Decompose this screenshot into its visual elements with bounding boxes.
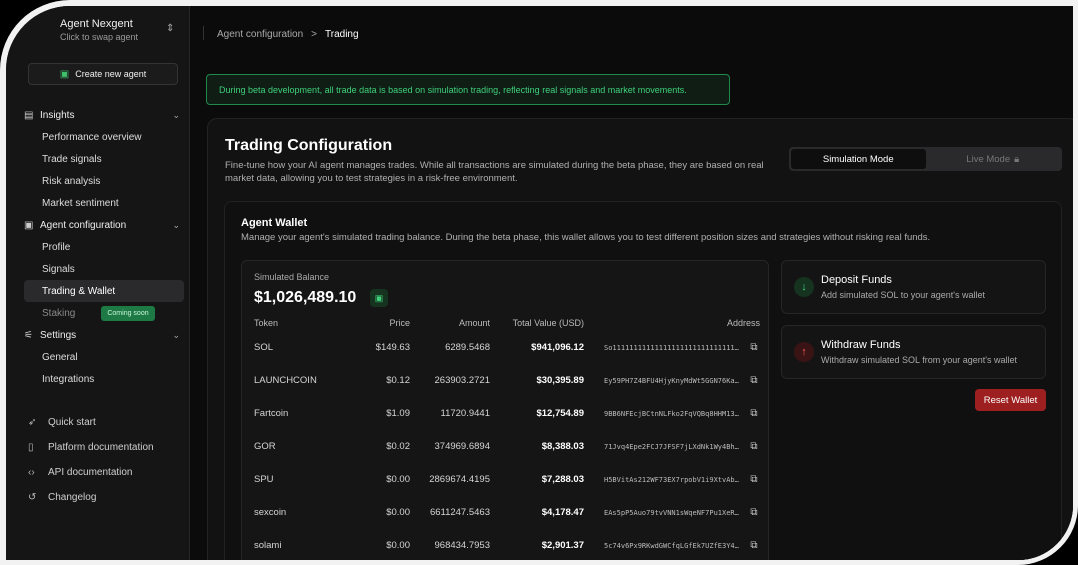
copy-icon[interactable]: ⧉	[748, 507, 760, 518]
agent-switcher[interactable]: Agent Nexgent Click to swap agent	[60, 18, 180, 42]
sidebar-item-profile[interactable]: Profile	[24, 236, 184, 258]
deposit-funds-card[interactable]: ↓ Deposit Funds Add simulated SOL to you…	[781, 260, 1046, 314]
balance-label: Simulated Balance	[254, 272, 330, 282]
agent-wallet-card: Agent Wallet Manage your agent's simulat…	[224, 201, 1062, 560]
wallet-icon: ▣	[370, 289, 388, 307]
rocket-icon: ➶	[28, 417, 37, 428]
table-header: Token Price Amount Total Value (USD) Add…	[254, 318, 760, 328]
sidebar-item-signals[interactable]: Signals	[24, 258, 184, 280]
token-address: Ey59PH7Z4BFU4HjyKnyMdWt5GGN76KazTAwQihoU…	[604, 376, 742, 385]
simulation-mode-button[interactable]: Simulation Mode	[791, 149, 926, 169]
arrow-up-icon: ↑	[794, 342, 814, 362]
nav-section-insights[interactable]: ▤ Insights ⌄	[24, 104, 184, 126]
nav-section-settings[interactable]: ⚟ Settings ⌄	[24, 324, 184, 346]
copy-icon[interactable]: ⧉	[748, 441, 760, 452]
chevron-down-icon: ⌄	[172, 329, 180, 340]
sidebar-item-integrations[interactable]: Integrations	[24, 368, 184, 390]
wallet-title: Agent Wallet	[241, 217, 308, 229]
sidebar-item-risk-analysis[interactable]: Risk analysis	[24, 170, 184, 192]
sidebar-item-general[interactable]: General	[24, 346, 184, 368]
token-address: 5c74v6Px9RKwdGWCfqLGfEk7UZfE3Y4qJbuYrLbV…	[604, 541, 742, 550]
token-address: EAs5pP5Auo79tvVNN1sWqeNF7Pu1XeRFUjbPC3Pp…	[604, 508, 742, 517]
wallet-description: Manage your agent's simulated trading ba…	[241, 232, 931, 243]
link-api-documentation[interactable]: ‹› API documentation	[28, 460, 188, 485]
chart-icon: ▤	[24, 109, 34, 121]
nav-section-agent-configuration[interactable]: ▣ Agent configuration ⌄	[24, 214, 184, 236]
copy-icon[interactable]: ⧉	[748, 342, 760, 353]
coming-soon-badge: Coming soon	[101, 305, 155, 321]
holdings-table: Token Price Amount Total Value (USD) Add…	[254, 315, 760, 560]
code-icon: ‹›	[28, 467, 35, 478]
table-row: sexcoin $0.00 6611247.5463 $4,178.47 EAs…	[254, 496, 760, 529]
bottom-links: ➶ Quick start ▯ Platform documentation ‹…	[28, 410, 188, 510]
table-row: SOL $149.63 6289.5468 $941,096.12 So1111…	[254, 331, 760, 364]
deposit-title: Deposit Funds	[821, 274, 892, 286]
copy-icon[interactable]: ⧉	[748, 375, 760, 386]
history-icon: ↺	[28, 492, 37, 503]
sidebar-item-market-sentiment[interactable]: Market sentiment	[24, 192, 184, 214]
sidebar-item-staking[interactable]: Staking Coming soon	[24, 302, 184, 324]
withdraw-subtitle: Withdraw simulated SOL from your agent's…	[821, 355, 1017, 365]
token-address: 71Jvq4Epe2FCJ7JFSF7jLXdNk1Wy4Bhqd9iL6bEF…	[604, 442, 742, 451]
arrow-down-icon: ↓	[794, 277, 814, 297]
copy-icon[interactable]: ⧉	[748, 540, 760, 551]
main-content: Agent configuration > Trading During bet…	[191, 6, 1073, 560]
config-description: Fine-tune how your AI agent manages trad…	[225, 160, 764, 184]
link-quick-start[interactable]: ➶ Quick start	[28, 410, 188, 435]
token-address: H5BVitAs212WF73EX7rpobV1i9XtvAbdSuR6EJdX…	[604, 475, 742, 484]
breadcrumb-parent[interactable]: Agent configuration	[217, 29, 303, 40]
sidebar-nav: ▤ Insights ⌄ Performance overview Trade …	[24, 104, 184, 390]
link-platform-documentation[interactable]: ▯ Platform documentation	[28, 435, 188, 460]
topbar: Agent configuration > Trading	[191, 6, 1073, 58]
trading-configuration-card: Trading Configuration Fine-tune how your…	[207, 118, 1073, 560]
sliders-icon: ⚟	[24, 329, 33, 341]
breadcrumb-current: Trading	[325, 29, 359, 40]
withdraw-title: Withdraw Funds	[821, 339, 901, 351]
chevron-down-icon: ⌄	[172, 219, 180, 230]
balance-panel: Simulated Balance $1,026,489.10 ▣ Token …	[241, 260, 769, 560]
app-window: Agent Nexgent Click to swap agent ⇕ ▣ Cr…	[0, 0, 1078, 565]
page-title: Trading Configuration	[225, 137, 393, 154]
create-agent-label: Create new agent	[75, 69, 147, 79]
sidebar: Agent Nexgent Click to swap agent ⇕ ▣ Cr…	[6, 6, 190, 560]
sidebar-item-trade-signals[interactable]: Trade signals	[24, 148, 184, 170]
chevron-down-icon: ⌄	[172, 109, 180, 120]
copy-icon[interactable]: ⧉	[748, 408, 760, 419]
deposit-subtitle: Add simulated SOL to your agent's wallet	[821, 290, 985, 300]
mode-toggle: Simulation Mode Live Mode 🔒︎	[789, 147, 1062, 171]
breadcrumb: Agent configuration > Trading	[217, 29, 359, 40]
create-agent-button[interactable]: ▣ Create new agent	[28, 63, 178, 85]
token-address: 9BB6NFEcjBCtnNLFko2FqVQBq8HHM13kCyYcdQbg…	[604, 409, 742, 418]
agent-name: Agent Nexgent	[60, 18, 133, 30]
lock-icon: 🔒︎	[1014, 153, 1020, 165]
table-row: GOR $0.02 374969.6894 $8,388.03 71Jvq4Ep…	[254, 430, 760, 463]
sidebar-item-trading-wallet[interactable]: Trading & Wallet	[24, 280, 184, 302]
chevron-up-down-icon[interactable]: ⇕	[166, 23, 174, 34]
link-changelog[interactable]: ↺ Changelog	[28, 485, 188, 510]
live-mode-button[interactable]: Live Mode 🔒︎	[926, 149, 1061, 169]
book-icon: ▯	[28, 442, 34, 453]
table-row: Fartcoin $1.09 11720.9441 $12,754.89 9BB…	[254, 397, 760, 430]
robot-icon: ▣	[24, 219, 34, 231]
copy-icon[interactable]: ⧉	[748, 474, 760, 485]
token-address: So11111111111111111111111111111111111111…	[604, 343, 742, 352]
beta-banner: During beta development, all trade data …	[206, 74, 730, 105]
robot-icon: ▣	[59, 68, 70, 80]
table-row: solami $0.00 968434.7953 $2,901.37 5c74v…	[254, 529, 760, 560]
withdraw-funds-card[interactable]: ↑ Withdraw Funds Withdraw simulated SOL …	[781, 325, 1046, 379]
table-row: LAUNCHCOIN $0.12 263903.2721 $30,395.89 …	[254, 364, 760, 397]
reset-wallet-button[interactable]: Reset Wallet	[975, 389, 1046, 411]
breadcrumb-separator-icon: >	[311, 29, 318, 40]
agent-swap-hint: Click to swap agent	[60, 32, 139, 42]
sidebar-item-performance-overview[interactable]: Performance overview	[24, 126, 184, 148]
divider	[203, 26, 204, 40]
balance-value: $1,026,489.10	[254, 289, 357, 306]
table-row: SPU $0.00 2869674.4195 $7,288.03 H5BVitA…	[254, 463, 760, 496]
